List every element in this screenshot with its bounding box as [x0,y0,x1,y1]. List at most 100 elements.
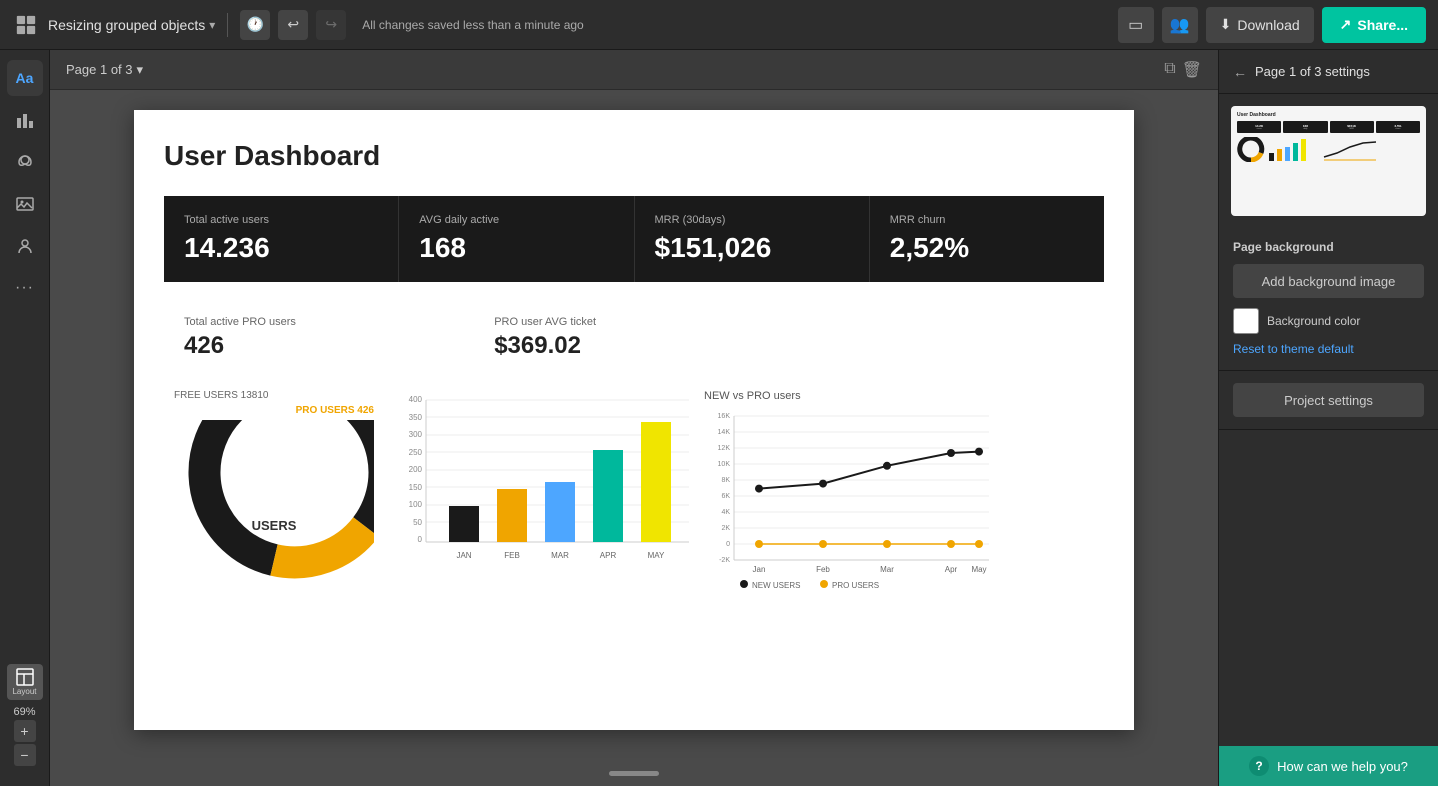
zoom-level: 69% [13,706,35,718]
line-chart: 16K 14K 12K 10K 8K 6K 4K 2K 0 -2K [704,406,994,596]
add-background-image-button[interactable]: Add background image [1233,264,1424,298]
svg-text:MAR: MAR [551,551,569,560]
page-indicator[interactable]: Page 1 of 3 ▾ [66,62,143,78]
zoom-out-button[interactable]: − [14,744,36,766]
stat-value-0: 14.236 [184,232,378,264]
svg-text:12K: 12K [718,445,731,452]
svg-text:APR: APR [600,551,617,560]
panel-back-button[interactable]: ← [1233,64,1247,80]
download-icon: ⬇ [1220,16,1232,33]
canvas-area: Page 1 of 3 ▾ ⧉ 🗑 User Dashboard Total a… [50,50,1218,786]
present-button[interactable]: ▭ [1118,7,1154,43]
sidebar-item-text[interactable]: Aa [7,60,43,96]
redo-button[interactable]: ↪ [316,10,346,40]
svg-text:USERS: USERS [252,518,297,533]
svg-text:150: 150 [409,483,423,492]
donut-chart-container: FREE USERS 13810 PRO USERS 426 USERS [164,390,384,580]
svg-text:200: 200 [409,465,423,474]
right-panel: ← Page 1 of 3 settings User Dashboard 14… [1218,50,1438,786]
topbar: Resizing grouped objects ▾ 🕐 ↩ ↪ All cha… [0,0,1438,50]
svg-text:250: 250 [409,448,423,457]
svg-text:May: May [971,565,986,574]
pro-stat-ticket: PRO user AVG ticket $369.02 [474,306,784,370]
svg-text:Jan: Jan [753,565,766,574]
pro-stat-label-0: Total active PRO users [184,316,454,328]
thumb-donut [1237,137,1265,162]
svg-text:16K: 16K [718,413,731,420]
stat-label-0: Total active users [184,214,378,226]
background-color-swatch[interactable] [1233,308,1259,334]
stat-mrr: MRR (30days) $151,026 [635,196,870,282]
svg-text:14K: 14K [718,429,731,436]
zoom-in-button[interactable]: + [14,720,36,742]
stats-row: Total active users 14.236 AVG daily acti… [164,196,1104,282]
slide-title: User Dashboard [164,140,1104,172]
download-button[interactable]: ⬇ Download [1206,7,1314,43]
sidebar-item-maps[interactable] [7,144,43,180]
layout-button[interactable]: Layout [7,664,43,700]
panel-thumbnail: User Dashboard 14.2Kusers 168daily $151K… [1231,106,1426,216]
pro-users-label: PRO USERS 426 [164,405,384,416]
project-settings-button[interactable]: Project settings [1233,383,1424,417]
zoom-controls: 69% + − [13,706,35,766]
canvas-topbar: Page 1 of 3 ▾ ⧉ 🗑 [50,50,1218,90]
main-layout: Aa ··· Layout 69% + − [0,50,1438,786]
history-button[interactable]: 🕐 [240,10,270,40]
collaborate-button[interactable]: 👥 [1162,7,1198,43]
svg-text:NEW USERS: NEW USERS [752,581,800,590]
canvas-scroll[interactable]: User Dashboard Total active users 14.236… [50,90,1218,786]
svg-text:2K: 2K [721,525,730,532]
thumb-line [1319,137,1379,162]
donut-chart: USERS [174,420,374,580]
line-chart-container: NEW vs PRO users 16K 14K 12K 10K 8K 6K 4… [704,390,1104,601]
svg-text:6K: 6K [721,493,730,500]
question-icon: ? [1249,756,1269,776]
scroll-pill [609,771,659,776]
sidebar-item-images[interactable] [7,186,43,222]
help-bar[interactable]: ? How can we help you? [1219,746,1438,786]
thumb-title: User Dashboard [1237,112,1420,118]
undo-button[interactable]: ↩ [278,10,308,40]
stat-value-3: 2,52% [890,232,1084,264]
delete-page-icon[interactable]: 🗑 [1182,60,1202,80]
project-settings-section: Project settings [1219,371,1438,430]
svg-text:0: 0 [726,541,730,548]
panel-title: Page 1 of 3 settings [1255,64,1370,79]
slide: User Dashboard Total active users 14.236… [134,110,1134,730]
svg-text:0: 0 [418,535,423,544]
svg-text:-2K: -2K [719,557,730,564]
stat-label-2: MRR (30days) [655,214,849,226]
bg-color-label: Background color [1267,314,1360,328]
document-title[interactable]: Resizing grouped objects ▾ [48,17,215,33]
stat-value-1: 168 [419,232,613,264]
stat-value-2: $151,026 [655,232,849,264]
sidebar-item-users[interactable] [7,228,43,264]
pro-stat-label-1: PRO user AVG ticket [494,316,764,328]
stat-avg-daily: AVG daily active 168 [399,196,634,282]
share-button[interactable]: ↗ Share... [1322,7,1426,43]
svg-text:300: 300 [409,430,423,439]
svg-text:JAN: JAN [456,551,471,560]
scroll-indicator [609,771,659,776]
save-status: All changes saved less than a minute ago [362,18,583,32]
donut-svg-wrap: USERS [164,420,384,580]
stat-label-3: MRR churn [890,214,1084,226]
reset-theme-link[interactable]: Reset to theme default [1233,342,1354,356]
free-users-label: FREE USERS 13810 [164,390,384,401]
left-sidebar: Aa ··· Layout 69% + − [0,50,50,786]
pro-stat-value-0: 426 [184,332,454,360]
svg-text:50: 50 [413,518,422,527]
svg-text:FEB: FEB [504,551,520,560]
page-background-label: Page background [1233,240,1424,254]
svg-text:MAY: MAY [648,551,665,560]
title-chevron-icon: ▾ [209,18,215,32]
bar-chart: 400 350 300 250 200 150 100 50 0 [394,390,694,590]
svg-text:Feb: Feb [816,565,830,574]
sidebar-item-more[interactable]: ··· [7,270,43,306]
bg-color-row: Background color [1233,308,1424,334]
duplicate-page-icon[interactable]: ⧉ [1164,60,1175,80]
share-icon: ↗ [1340,16,1352,33]
sidebar-item-charts[interactable] [7,102,43,138]
svg-text:Mar: Mar [880,565,894,574]
pro-stat-value-1: $369.02 [494,332,764,360]
